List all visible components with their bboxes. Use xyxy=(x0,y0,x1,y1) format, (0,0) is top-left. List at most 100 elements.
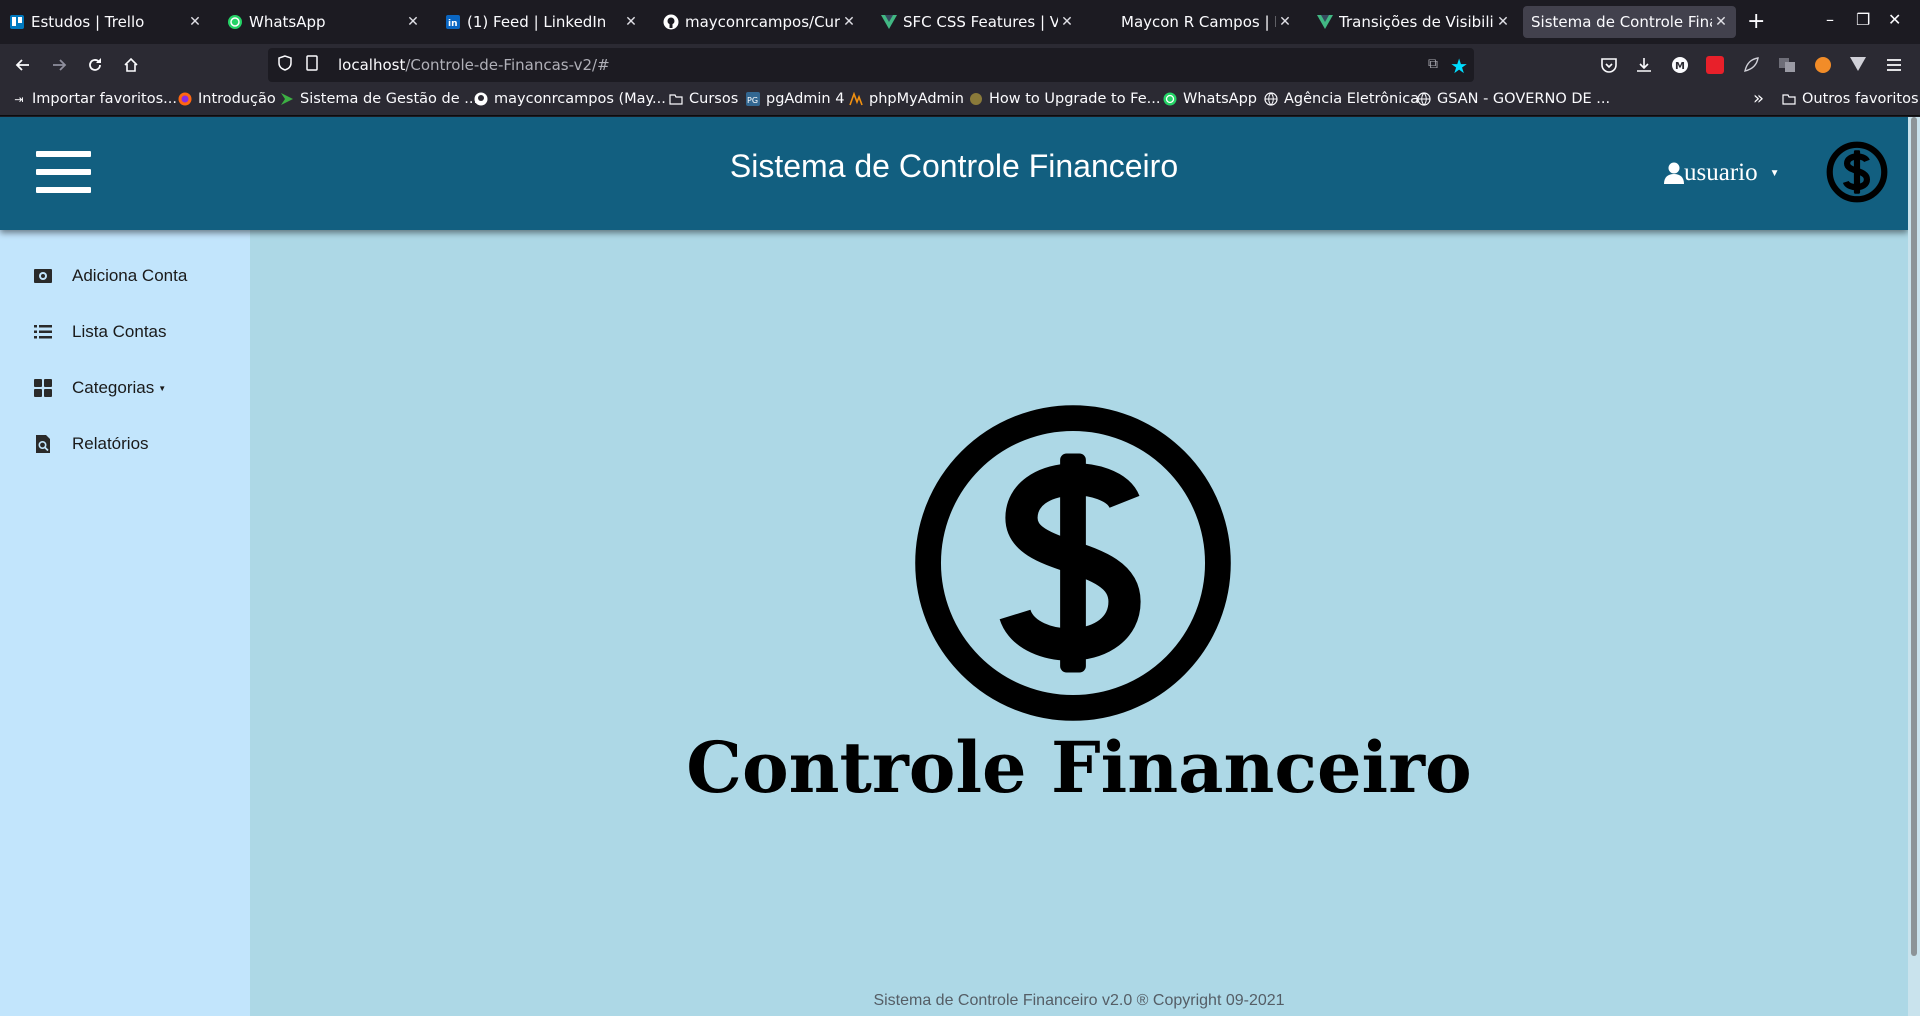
app-viewport: Sistema de Controle Financeiro usuario ▼… xyxy=(0,117,1920,1016)
bookmark-introducao[interactable]: Introdução xyxy=(178,91,276,107)
close-icon[interactable]: ✕ xyxy=(622,14,640,30)
bookmark-github[interactable]: mayconrcampos (May... xyxy=(474,91,666,107)
tab-title: SFC CSS Features | Vue.js xyxy=(903,13,1058,31)
extension-translate-icon[interactable] xyxy=(1778,56,1796,74)
tab-vue-sfc[interactable]: SFC CSS Features | Vue.js ✕ xyxy=(872,6,1082,38)
extension-vue-devtools-icon[interactable] xyxy=(1849,56,1867,74)
restore-button[interactable]: ❐ xyxy=(1856,10,1870,29)
sidebar-item-lista-contas[interactable]: Lista Contas xyxy=(33,320,167,344)
tab-bar: Estudos | Trello ✕ WhatsApp ✕ in (1) Fee… xyxy=(0,0,1920,44)
back-button[interactable] xyxy=(10,52,36,78)
caret-down-icon: ▼ xyxy=(1769,167,1780,179)
close-window-button[interactable]: ✕ xyxy=(1888,10,1901,29)
firefox-icon xyxy=(178,92,192,106)
close-icon[interactable]: ✕ xyxy=(186,14,204,30)
extension-pdf-icon[interactable] xyxy=(1706,56,1724,74)
page-info-icon[interactable] xyxy=(306,55,322,75)
new-tab-button[interactable]: + xyxy=(1747,10,1765,34)
sidebar-item-adiciona-conta[interactable]: Adiciona Conta xyxy=(33,264,187,288)
sidebar: Adiciona Conta Lista Contas Categorias ▼… xyxy=(0,230,250,1016)
sidebar-item-label: Adiciona Conta xyxy=(72,266,188,285)
pocket-icon[interactable] xyxy=(1600,56,1618,74)
scrollbar[interactable] xyxy=(1908,117,1920,1016)
tab-whatsapp[interactable]: WhatsApp ✕ xyxy=(218,6,428,38)
close-icon[interactable]: ✕ xyxy=(1276,14,1294,30)
close-icon[interactable]: ✕ xyxy=(1494,14,1512,30)
sidebar-item-categorias[interactable]: Categorias ▼ xyxy=(33,376,166,400)
svg-text:PG: PG xyxy=(747,96,758,105)
minimize-button[interactable]: – xyxy=(1826,10,1834,29)
download-icon[interactable] xyxy=(1635,56,1653,74)
tab-title: mayconrcampos/Curriculo xyxy=(685,13,840,31)
tab-title: Sistema de Controle Financeiro xyxy=(1531,13,1712,31)
globe-icon xyxy=(1264,92,1278,106)
extension-leaf-icon[interactable] xyxy=(1742,56,1760,74)
tab-sistema-controle-financeiro[interactable]: Sistema de Controle Financeiro ✕ xyxy=(1523,6,1736,38)
bookmark-importar[interactable]: ⇥ Importar favoritos... xyxy=(12,91,177,107)
forward-button[interactable] xyxy=(46,52,72,78)
tab-github[interactable]: mayconrcampos/Curriculo ✕ xyxy=(654,6,864,38)
github-icon xyxy=(474,92,488,106)
bookmark-phpmyadmin[interactable]: phpMyAdmin xyxy=(849,91,964,107)
translate-icon[interactable]: ⧉ xyxy=(1428,56,1438,72)
github-icon xyxy=(663,14,679,30)
bookmark-whatsapp[interactable]: WhatsApp xyxy=(1163,91,1257,107)
sidebar-item-label: Lista Contas xyxy=(72,322,167,341)
tab-linkedin[interactable]: in (1) Feed | LinkedIn ✕ xyxy=(436,6,646,38)
scrollbar-thumb[interactable] xyxy=(1911,117,1917,956)
trello-icon xyxy=(9,14,25,30)
bookmark-pgadmin[interactable]: PG pgAdmin 4 xyxy=(746,91,844,107)
menu-icon[interactable] xyxy=(1885,56,1903,74)
bookmark-agencia[interactable]: Agência Eletrônica xyxy=(1264,91,1419,107)
tab-vue-transicoes[interactable]: Transições de Visibilidade ✕ xyxy=(1308,6,1518,38)
bookmark-fedora[interactable]: How to Upgrade to Fe... xyxy=(969,91,1160,107)
money-bill-icon xyxy=(33,266,53,286)
svg-text:M: M xyxy=(1675,61,1685,72)
user-dropdown[interactable]: usuario ▼ xyxy=(1664,159,1780,187)
user-icon xyxy=(1664,162,1684,184)
folder-icon xyxy=(669,92,683,106)
reload-button[interactable] xyxy=(82,52,108,78)
tab-title: Estudos | Trello xyxy=(31,13,145,31)
svg-text:in: in xyxy=(448,19,458,29)
vue-icon xyxy=(1317,14,1333,30)
tab-trello[interactable]: Estudos | Trello ✕ xyxy=(0,6,210,38)
sidebar-item-label: Categorias xyxy=(72,378,155,397)
close-icon[interactable]: ✕ xyxy=(1712,14,1730,30)
url-text[interactable]: localhost/Controle-de-Financas-v2/# xyxy=(338,56,610,74)
bookmark-cursos[interactable]: Cursos xyxy=(669,91,738,107)
dollar-coin-logo-icon xyxy=(1826,141,1888,203)
main-content: Controle Financeiro Sistema de Controle … xyxy=(250,230,1908,1016)
extension-m-icon[interactable]: M xyxy=(1671,56,1689,74)
bookmark-sistema-gestao[interactable]: Sistema de Gestão de ... xyxy=(280,91,478,107)
tab-dev-profile[interactable]: Maycon R Campos | DEV Full ✕ xyxy=(1090,6,1300,38)
user-name: usuario xyxy=(1684,159,1758,186)
close-icon[interactable]: ✕ xyxy=(404,14,422,30)
extension-orange-icon[interactable] xyxy=(1814,56,1832,74)
app-title: Sistema de Controle Financeiro xyxy=(729,148,1179,184)
fedora-icon xyxy=(969,92,983,106)
brand-heading: Controle Financeiro xyxy=(686,726,1472,809)
close-icon[interactable]: ✕ xyxy=(840,14,858,30)
linkedin-icon: in xyxy=(445,14,461,30)
reload-icon xyxy=(89,58,101,71)
dollar-coin-icon xyxy=(915,405,1231,721)
list-icon xyxy=(33,322,53,342)
whatsapp-icon xyxy=(227,14,243,30)
url-bar[interactable]: localhost/Controle-de-Financas-v2/# ⧉ ★ xyxy=(268,48,1474,82)
sidebar-item-relatorios[interactable]: Relatórios xyxy=(33,432,149,456)
bookmarks-overflow-button[interactable]: » xyxy=(1753,88,1764,109)
import-icon: ⇥ xyxy=(14,92,24,106)
phpmyadmin-icon xyxy=(849,92,863,106)
globe-icon xyxy=(1417,92,1431,106)
bookmark-star-icon[interactable]: ★ xyxy=(1450,54,1468,78)
shield-icon[interactable] xyxy=(278,55,296,75)
tab-title: WhatsApp xyxy=(249,13,326,31)
file-search-icon xyxy=(33,434,53,454)
bookmarks-toolbar: ⇥ Importar favoritos... Introdução Sistem… xyxy=(0,86,1920,116)
bookmark-gsan[interactable]: GSAN - GOVERNO DE ... xyxy=(1417,91,1610,107)
other-bookmarks-folder[interactable]: Outros favoritos xyxy=(1782,91,1919,107)
close-icon[interactable]: ✕ xyxy=(1058,14,1076,30)
tab-title: Transições de Visibilidade xyxy=(1339,13,1494,31)
home-button[interactable] xyxy=(118,52,144,78)
